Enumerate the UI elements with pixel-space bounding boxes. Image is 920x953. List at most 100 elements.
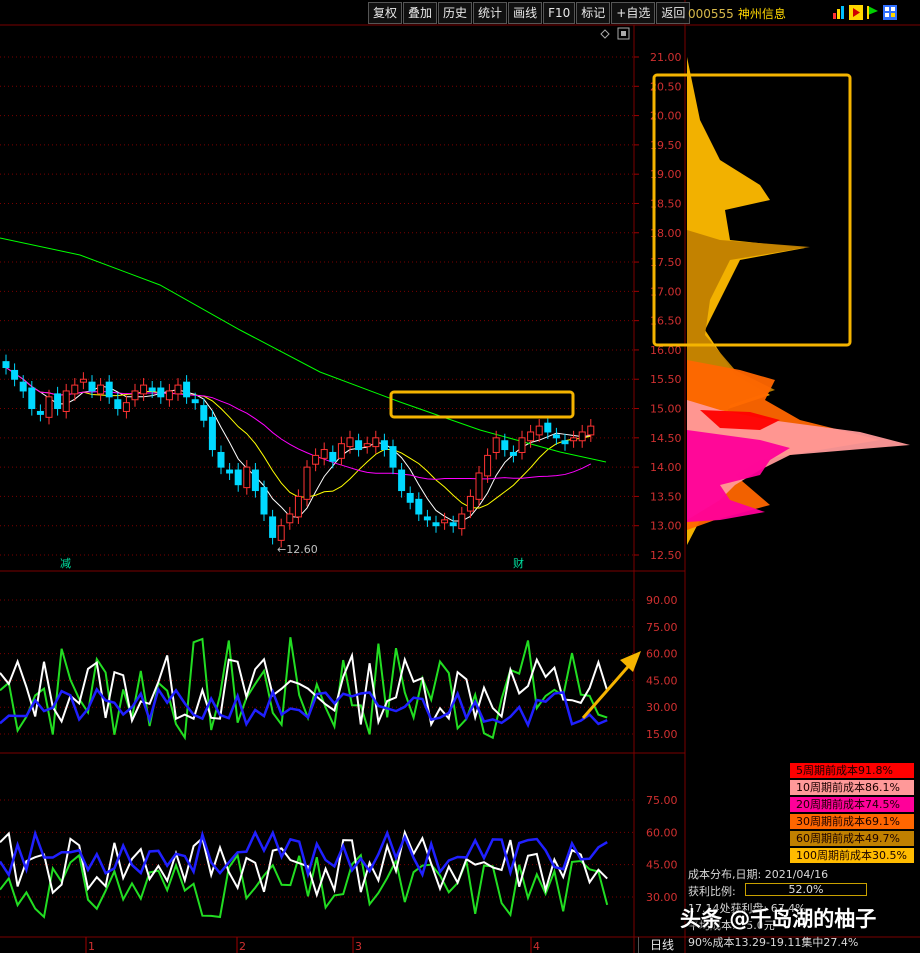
price-tick-label: 12.50 (650, 549, 682, 562)
price-tick-label: 14.50 (650, 432, 682, 445)
candle-body (320, 449, 328, 459)
candle-body (535, 425, 543, 436)
candle-body (552, 434, 560, 439)
bar-chart-icon[interactable] (832, 5, 846, 20)
highlight-box-price (389, 390, 575, 419)
indicator-tick-label: 60.00 (646, 826, 678, 839)
candle-body (337, 443, 345, 459)
candle-body (346, 437, 354, 448)
period-selector[interactable]: 日线 (638, 937, 685, 953)
candle-body (157, 387, 165, 398)
grid-icon[interactable] (883, 5, 897, 20)
indicator-tick-label: 45.00 (646, 859, 678, 872)
candle-body (398, 469, 406, 492)
candle-body (148, 387, 156, 392)
price-tick-label: 15.50 (650, 373, 682, 386)
candle-body (226, 469, 234, 474)
candle-body (71, 384, 79, 395)
moving-average-line (0, 237, 607, 463)
candle-body (269, 516, 277, 538)
candle-body (492, 437, 500, 453)
x-tick-label: 1 (88, 940, 95, 953)
panel-frame (0, 0, 920, 953)
candle-body (183, 381, 191, 398)
indicator-tick-label: 75.00 (646, 621, 678, 634)
panel-control-icons[interactable] (600, 27, 630, 40)
candle-body (578, 431, 586, 442)
candle-body (432, 522, 440, 527)
highlight-box-chips (652, 73, 852, 347)
candle-body (277, 525, 285, 541)
candle-body (329, 451, 337, 462)
candle-body (217, 451, 225, 468)
axis-labels: 21.0020.5020.0019.5019.0018.5018.0017.50… (88, 51, 682, 953)
candle-body (45, 396, 53, 418)
back-button[interactable]: 返回 (656, 2, 691, 24)
candle-body (234, 469, 242, 486)
price-grid (0, 56, 639, 953)
candle-body (449, 522, 457, 527)
indicator-tick-label: 75.00 (646, 794, 678, 807)
f10-button[interactable]: F10 (543, 2, 576, 24)
legend-item: 100周期前成本30.5% (790, 848, 914, 863)
cost-distribution (687, 57, 910, 545)
indicator-tick-label: 90.00 (646, 594, 678, 607)
candle-body (2, 361, 10, 369)
event-mark-1[interactable]: 减 (60, 557, 71, 570)
play-icon[interactable] (849, 5, 863, 20)
candle-body (294, 495, 302, 518)
chart-canvas[interactable]: 21.0020.5020.0019.5019.0018.5018.0017.50… (0, 0, 920, 953)
candle-body (54, 393, 62, 410)
candle-body (28, 387, 36, 410)
profit-ratio-value: 52.0% (788, 883, 824, 896)
indicator-panel-2 (0, 829, 609, 919)
indicator-tick-label: 30.00 (646, 891, 678, 904)
legend-item: 5周期前成本91.8% (790, 763, 914, 778)
candle-body (389, 446, 397, 468)
candle-body (165, 390, 173, 401)
candle-body (380, 440, 388, 451)
candle-body (243, 466, 251, 489)
candle-body (260, 487, 268, 515)
candle-body (208, 416, 216, 451)
stock-header: 000555 神州信息 (688, 5, 786, 22)
x-tick-label: 4 (533, 940, 540, 953)
candle-body (251, 469, 259, 492)
candle-body (19, 381, 27, 392)
cost-date: 成本分布,日期: 2021/04/16 (688, 868, 829, 881)
profit-ratio-bar: 52.0% (745, 883, 867, 896)
statistics-button[interactable]: 统计 (473, 2, 508, 24)
candle-body (36, 410, 44, 415)
candle-body (122, 402, 130, 412)
draw-line-button[interactable]: 画线 (508, 2, 543, 24)
event-mark-2[interactable]: 财 (513, 556, 524, 570)
history-button[interactable]: 历史 (438, 2, 473, 24)
legend-item: 30周期前成本69.1% (790, 814, 914, 829)
candle-body (458, 513, 466, 530)
candle-body (518, 437, 526, 453)
indicator-tick-label: 15.00 (646, 728, 678, 741)
indicator-tick-label: 60.00 (646, 648, 678, 661)
candle-body (191, 399, 199, 404)
candle-body (200, 405, 208, 421)
x-tick-label: 3 (355, 940, 362, 953)
candle-body (561, 440, 569, 445)
indicator-tick-label: 30.00 (646, 701, 678, 714)
candle-body (62, 390, 70, 412)
flag-icon[interactable] (866, 5, 880, 20)
toolbar: 复权 叠加 历史 统计 画线 F10 标记 +自选 返回 (368, 2, 691, 24)
overlay-button[interactable]: 叠加 (403, 2, 438, 24)
price-tick-label: 13.50 (650, 490, 682, 503)
add-watchlist-button[interactable]: +自选 (611, 2, 656, 24)
candle-body (484, 454, 492, 477)
restore-rights-button[interactable]: 复权 (368, 2, 403, 24)
mark-button[interactable]: 标记 (576, 2, 611, 24)
candle-body (544, 422, 552, 433)
candle-body (97, 384, 105, 395)
watermark: 头条 @千岛湖的柚子 (680, 907, 877, 931)
legend-item: 20周期前成本74.5% (790, 797, 914, 812)
candle-body (466, 495, 474, 512)
stock-name: 神州信息 (737, 7, 786, 21)
candlestick-series[interactable] (2, 354, 595, 548)
concentration-90: 90%成本13.29-19.11集中27.4% (688, 936, 859, 949)
